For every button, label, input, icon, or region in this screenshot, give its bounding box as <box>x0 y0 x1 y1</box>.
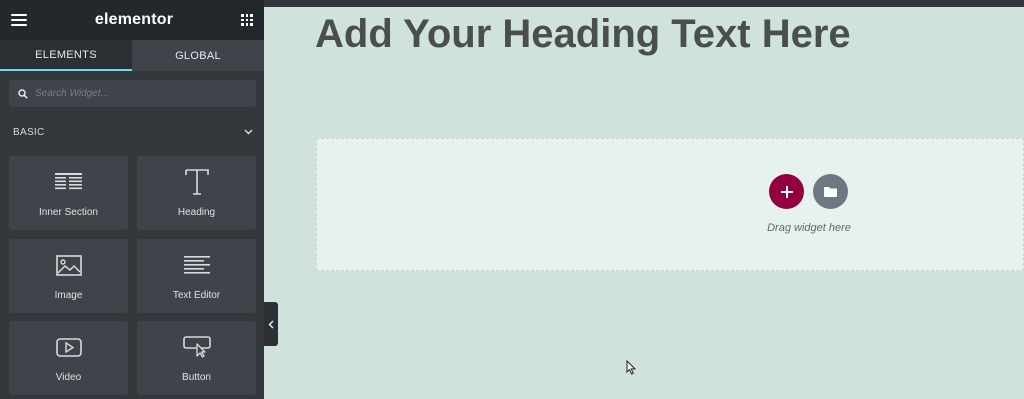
widget-label: Text Editor <box>172 290 221 301</box>
search-icon <box>18 88 28 99</box>
panel-tabs: ELEMENTS GLOBAL <box>0 40 264 71</box>
category-basic-header[interactable]: BASIC <box>13 124 253 140</box>
video-icon <box>55 337 82 357</box>
tab-elements[interactable]: ELEMENTS <box>0 40 132 71</box>
image-icon <box>55 254 82 276</box>
category-label: BASIC <box>13 126 45 138</box>
add-template-button[interactable] <box>813 174 848 209</box>
widget-label: Inner Section <box>39 207 98 218</box>
collapse-panel-button[interactable] <box>264 302 278 346</box>
elementor-logo: elementor <box>94 11 174 28</box>
widget-heading[interactable]: Heading <box>137 156 256 230</box>
panel-header: elementor <box>0 0 264 40</box>
widget-label: Video <box>55 372 82 383</box>
chevron-down-icon <box>244 129 253 135</box>
widget-label: Button <box>182 372 211 383</box>
elementor-panel: elementor ELEMENTS GLOBAL BASIC <box>0 0 264 399</box>
folder-icon <box>824 186 837 197</box>
widget-inner-section[interactable]: Inner Section <box>9 156 128 230</box>
hamburger-menu-icon[interactable] <box>11 14 27 26</box>
widget-text-editor[interactable]: Text Editor <box>137 239 256 313</box>
widget-image[interactable]: Image <box>9 239 128 313</box>
widget-video[interactable]: Video <box>9 321 128 395</box>
search-widget-input[interactable] <box>35 88 235 99</box>
drag-widget-hint: Drag widget here <box>767 222 851 234</box>
empty-section-dropzone[interactable]: Drag widget here <box>316 138 1024 271</box>
tab-global[interactable]: GLOBAL <box>132 40 264 71</box>
widget-button[interactable]: Button <box>137 321 256 395</box>
heading-icon <box>184 169 209 195</box>
mouse-cursor-icon <box>626 360 637 375</box>
add-section-button[interactable] <box>769 174 804 209</box>
widget-label: Image <box>54 290 83 301</box>
page-heading[interactable]: Add Your Heading Text Here <box>315 12 851 57</box>
search-box <box>9 80 256 107</box>
inner-section-icon <box>55 173 82 190</box>
text-editor-icon <box>183 256 210 274</box>
chevron-left-icon <box>268 319 274 329</box>
button-icon <box>182 336 211 358</box>
plus-icon <box>780 185 793 198</box>
widgets-grid-icon[interactable] <box>241 14 253 26</box>
widget-label: Heading <box>177 207 216 218</box>
